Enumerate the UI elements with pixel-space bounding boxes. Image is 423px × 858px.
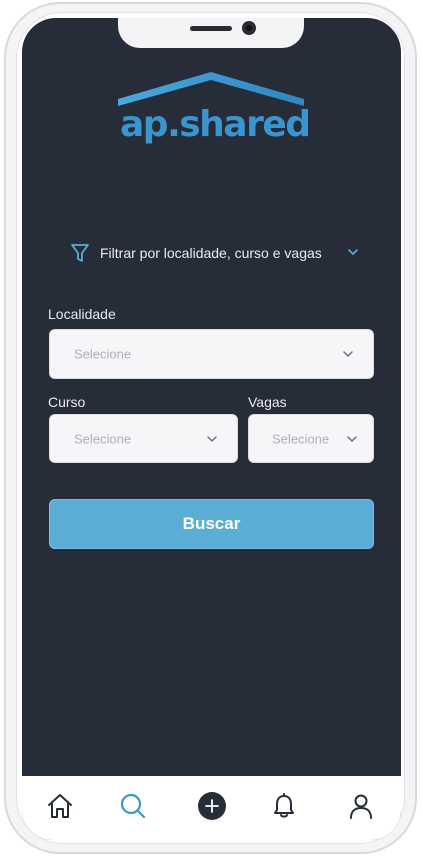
vagas-select[interactable]: Selecione <box>248 414 374 463</box>
chevron-down-icon <box>343 351 353 357</box>
chevron-down-icon <box>207 435 217 442</box>
phone-notch <box>118 18 304 48</box>
chevron-down-icon <box>347 435 357 442</box>
filter-label: Filtrar por localidade, curso e vagas <box>100 245 322 261</box>
search-button[interactable]: Buscar <box>49 499 374 549</box>
home-icon <box>48 794 72 818</box>
front-camera <box>242 21 256 35</box>
curso-label: Curso <box>48 394 86 410</box>
localidade-placeholder: Selecione <box>74 346 132 362</box>
tab-add[interactable] <box>196 790 228 822</box>
funnel-icon <box>71 244 89 262</box>
app-screen: ap.shared Filtrar por localidade, curso … <box>22 18 401 840</box>
vagas-label: Vagas <box>248 394 287 410</box>
speaker-grille <box>190 26 232 31</box>
logo-wordmark: ap.shared <box>120 104 311 145</box>
plus-circle-icon <box>198 792 226 820</box>
localidade-select[interactable]: Selecione <box>49 329 374 379</box>
vagas-placeholder: Selecione <box>272 431 330 446</box>
curso-placeholder: Selecione <box>74 431 132 446</box>
user-icon <box>350 794 372 819</box>
chevron-down-icon <box>348 249 358 255</box>
app-logo: ap.shared <box>116 66 311 156</box>
bottom-tab-bar <box>22 776 401 840</box>
tab-home[interactable] <box>44 790 76 822</box>
tab-profile[interactable] <box>345 790 377 822</box>
search-icon <box>120 793 146 819</box>
filter-toggle[interactable]: Filtrar por localidade, curso e vagas <box>70 240 360 266</box>
curso-select[interactable]: Selecione <box>49 414 238 463</box>
bell-icon <box>274 793 294 818</box>
roof-icon <box>118 72 304 106</box>
tab-search[interactable] <box>117 790 149 822</box>
tab-notifications[interactable] <box>268 790 300 822</box>
localidade-label: Localidade <box>48 306 116 322</box>
